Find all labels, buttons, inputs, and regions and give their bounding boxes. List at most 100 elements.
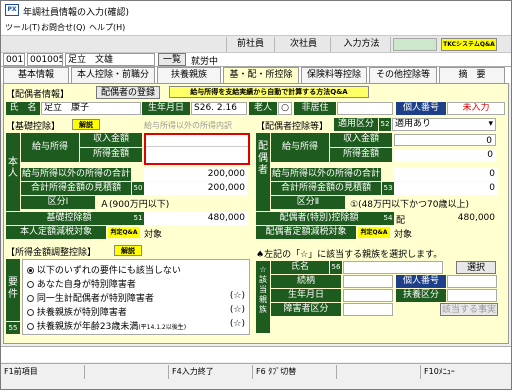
basic-deduction-label: 基礎控除額	[6, 212, 132, 225]
spouse-shotoku-field[interactable]: 0	[394, 149, 496, 161]
f8-button[interactable]	[337, 365, 421, 379]
relative-instruction: ♠左記の「☆」に該当する親族を選択します。	[256, 250, 443, 260]
relative-mynumber-field	[447, 275, 497, 288]
tab-basic-spouse-income[interactable]: 基・配・所控除	[223, 67, 299, 84]
kubun2-value: ①(48万円以下かつ70歳以上)	[350, 200, 469, 210]
select-relative-button[interactable]: 選択	[456, 261, 496, 274]
relative-name-label: 氏名	[271, 261, 329, 274]
relative-disability-label: 障害者区分	[271, 303, 341, 316]
spouse-other-total-label: 給与所得以外の所得の合計	[271, 168, 381, 181]
spouse-birth-label: 生年月日	[142, 102, 190, 115]
adjust-option-2[interactable]: 同一生計配偶者が特別障害者 (☆)	[27, 291, 249, 304]
nonresident-field[interactable]	[337, 102, 393, 115]
spouse-total-est-num: 53	[382, 182, 394, 195]
basic-explain-button[interactable]: 解説	[72, 119, 100, 130]
relative-birth-field	[343, 289, 393, 302]
employee-code1: 001	[3, 53, 25, 66]
elder-mark[interactable]: ○	[278, 102, 292, 115]
spade-icon: ♠	[256, 250, 265, 260]
f6-button[interactable]: F6 ﾀﾌﾞ切替	[253, 365, 337, 379]
spouse-total-est-value: 0	[394, 182, 498, 195]
tab-other-deductions[interactable]: その他控除等	[369, 67, 437, 83]
basic-shotoku-field[interactable]	[146, 149, 248, 161]
toolbar-blank	[393, 38, 437, 51]
basic-income-field[interactable]	[146, 135, 248, 147]
adjust-option-3[interactable]: 扶養親族が特別障害者 (☆)	[27, 305, 249, 318]
employee-bar: 001 001005 足立 文雄 一覧 就労中	[1, 53, 511, 67]
basic-shotoku-label: 所得金額	[80, 148, 142, 162]
self-teigaku-label: 本人定額減税対象	[6, 226, 106, 239]
adjust-explain-button[interactable]: 解説	[114, 245, 142, 256]
applicable-label: 適用区分	[334, 118, 378, 131]
spouse-birth-field[interactable]: S26. 2.16	[191, 102, 247, 115]
mynumber-label: 個人番号	[396, 102, 446, 115]
elder-label: 老人	[249, 102, 277, 115]
relative-name-num: 56	[330, 261, 342, 274]
app-window: PX 年調社員情報の入力(確認) ツール(T) お問合せ(Q) ヘルプ(H) 前…	[0, 0, 512, 390]
basic-salary-income-label: 給与所得	[21, 133, 79, 162]
kubun2-label: 区分Ⅱ	[271, 196, 345, 209]
basic-other-total-value: 200,000	[144, 168, 248, 181]
tab-self-deduction[interactable]: 本人控除・前職分	[71, 67, 155, 83]
prev-employee-button[interactable]: 前社員	[226, 37, 275, 52]
f10-button[interactable]: F10ﾒﾆｭｰ	[421, 365, 511, 379]
self-vertical-label: 本人	[6, 133, 20, 211]
f2-button[interactable]	[85, 365, 169, 379]
spouse-salary-income-label: 給与所得	[271, 133, 329, 162]
register-spouse-button[interactable]: 配偶者の登録	[96, 86, 160, 99]
main-panel: 【配偶者情報】 配偶者の登録 給与所得を支給実績から自動で計算する方法Q&A 氏…	[3, 83, 509, 344]
adjust-num: 55	[6, 322, 20, 334]
menu-inquiry[interactable]: お問合せ(Q)	[41, 22, 86, 33]
spouse-deduction-label: 配偶者(特別)控除額	[256, 212, 382, 225]
tab-dependents[interactable]: 扶養親族	[157, 67, 221, 83]
adjust-option-0[interactable]: 以下のいずれの要件にも該当しない	[27, 263, 249, 276]
employment-status: 就労中	[191, 57, 219, 67]
status-bar	[1, 346, 511, 362]
adjust-option-4[interactable]: 扶養親族が年齢23歳未満(平14.1.2以後生) (☆)	[27, 319, 249, 332]
applicable-select[interactable]: 適用あり ▾	[392, 118, 496, 131]
tab-basic-info[interactable]: 基本情報	[3, 67, 69, 83]
radio-icon	[27, 295, 34, 302]
basic-total-est-num: 50	[132, 182, 144, 195]
requirement-vertical-label: 要件	[6, 259, 20, 321]
adjust-title: 【所得金額調整控除】	[6, 248, 97, 258]
spouse-teigaku-label: 配偶者定額減税対象	[256, 226, 356, 239]
applicable-select-value: 適用あり	[395, 119, 432, 129]
mynumber-status[interactable]: 未入力	[447, 102, 505, 115]
auto-calc-qa-button[interactable]: 給与所得を支給実績から自動で計算する方法Q&A	[169, 86, 369, 98]
spouse-income-field[interactable]: 0	[394, 134, 496, 146]
title-bar: PX 年調社員情報の入力(確認)	[1, 1, 511, 21]
adjust-option-1[interactable]: あなた自身が特別障害者	[27, 277, 249, 290]
spouse-info-title: 【配偶者情報】	[6, 90, 70, 100]
spouse-deduction-title: 【配偶者控除等】	[256, 122, 329, 132]
basic-deduction-value: 480,000	[144, 212, 248, 225]
relative-vertical-label: ☆該当親族	[256, 261, 270, 333]
input-method-button[interactable]: 入力方法	[333, 37, 391, 52]
relative-name-field	[343, 261, 443, 274]
spouse-teigaku-qa-button[interactable]: 判定Q&A	[358, 227, 390, 238]
tab-insurance[interactable]: 保険料等控除	[301, 67, 367, 83]
menu-tools[interactable]: ツール(T)	[5, 22, 40, 33]
tkc-qa-button[interactable]: TKCシステムQ&A	[441, 38, 497, 51]
relative-dependent-label: 扶養区分	[396, 289, 446, 302]
applicable-facts-button[interactable]: 該当する事実	[440, 303, 498, 316]
menu-help[interactable]: ヘルプ(H)	[89, 22, 125, 33]
radio-icon	[27, 281, 34, 288]
adjust-options: 以下のいずれの要件にも該当しない あなた自身が特別障害者 同一生計配偶者が特別障…	[22, 259, 250, 335]
basic-deduction-title: 【基礎控除】	[6, 122, 61, 132]
f4-button[interactable]: F4入力終了	[169, 365, 253, 379]
basic-deduction-num: 51	[132, 212, 144, 225]
spouse-deduction-value: 480,000	[457, 213, 495, 223]
basic-income-label: 収入金額	[80, 133, 142, 147]
next-employee-button[interactable]: 次社員	[277, 37, 331, 52]
tab-remarks[interactable]: 摘 要	[439, 67, 505, 83]
relative-relation-field	[343, 275, 393, 288]
self-teigaku-qa-button[interactable]: 判定Q&A	[108, 227, 140, 238]
spouse-name-field[interactable]: 足立 康子	[41, 102, 141, 115]
employee-name: 足立 文雄	[65, 53, 155, 66]
f1-button[interactable]: F1前項目	[1, 365, 85, 379]
spouse-shotoku-label: 所得金額	[330, 148, 392, 162]
spouse-deduction-num: 54	[382, 212, 394, 225]
employee-list-button[interactable]: 一覧	[158, 53, 186, 66]
menu-bar: ツール(T) お問合せ(Q) ヘルプ(H)	[1, 21, 511, 35]
